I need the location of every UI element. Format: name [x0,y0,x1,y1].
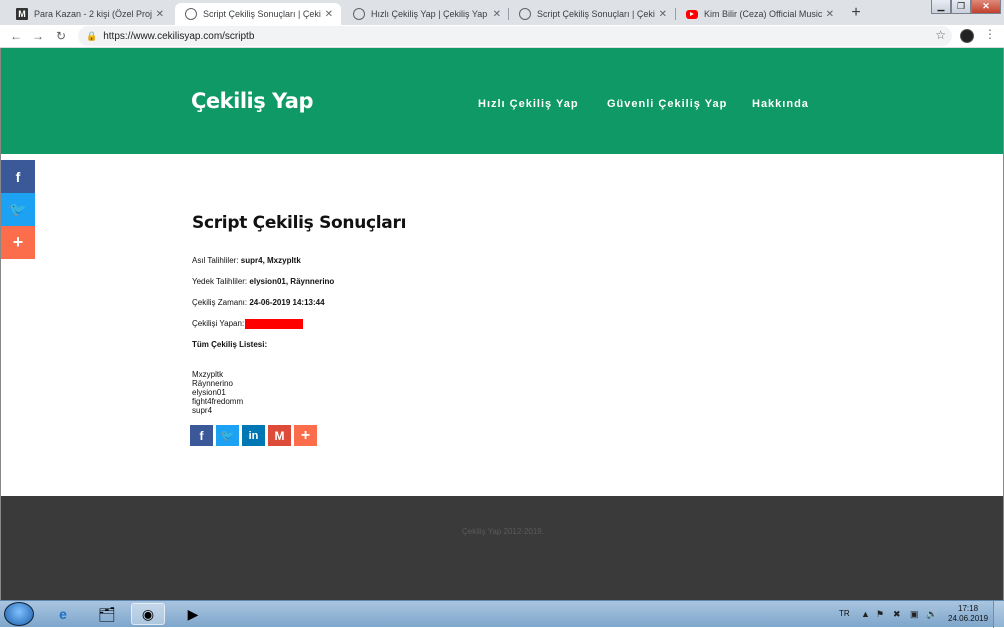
file-explorer-icon[interactable]: 🗂 [90,603,124,625]
profile-avatar[interactable] [960,29,974,43]
backups-line: Yedek Talihliler: elysion01, Räynnerino [192,277,334,286]
entries-list: Mxzypltk Räynnerino elysion01 fight4fred… [192,370,243,415]
network-icon[interactable]: ▣ [910,609,919,620]
twitter-share-button[interactable]: 🐦 [216,425,239,446]
browser-tab[interactable]: Hızlı Çekiliş Yap | Çekiliş Yap ✕ [343,3,509,25]
twitter-share-button[interactable]: 🐦 [1,193,35,226]
by-label: Çekilişi Yapan: [192,319,245,329]
facebook-icon: f [15,168,21,185]
gmail-m-icon: M [16,8,28,20]
youtube-icon [686,9,698,19]
tab-title: Kim Bilir (Ceza) Official Music Vide [704,9,822,19]
time-value: 24-06-2019 14:13:44 [249,298,325,307]
media-player-icon[interactable]: ▶ [176,603,210,625]
tab-title: Script Çekiliş Sonuçları | Çekiliş Ya [203,9,321,19]
winners-label: Asıl Talihliler: [192,256,239,265]
tab-title: Script Çekiliş Sonuçları | Çekiliş Ya [537,9,655,19]
lock-icon: 🔒 [86,30,98,41]
list-item: Mxzypltk [192,370,224,379]
more-share-button[interactable]: + [1,226,35,259]
security-icon[interactable]: ✖ [893,609,901,620]
close-icon[interactable]: ✕ [493,9,501,20]
globe-icon [519,8,531,20]
browser-tab-active[interactable]: Script Çekiliş Sonuçları | Çekiliş Ya ✕ [175,3,341,25]
volume-icon[interactable]: 🔊 [926,609,937,620]
list-heading: Tüm Çekiliş Listesi: [192,340,267,349]
internet-explorer-icon[interactable]: e [46,603,80,625]
floating-share-bar: f 🐦 + [1,160,35,259]
tab-title: Para Kazan - 2 kişi (Özel Proje) | H [34,9,152,19]
list-item: Räynnerino [192,379,233,388]
browser-tab[interactable]: M Para Kazan - 2 kişi (Özel Proje) | H ✕ [6,3,172,25]
taskbar: e 🗂 ◉ ▶ TR ▲ ⚑ ✖ ▣ 🔊 17:18 24.06.2019 [0,600,1004,628]
nav-link-guvenli[interactable]: Güvenli Çekiliş Yap [607,98,727,110]
gmail-share-button[interactable]: M [268,425,291,446]
chrome-icon[interactable]: ◉ [131,603,165,625]
close-icon[interactable]: ✕ [826,9,834,20]
minimize-button[interactable]: ▁ [931,0,951,14]
list-label: Tüm Çekiliş Listesi: [192,340,268,349]
address-bar[interactable]: 🔒 https://www.cekilisyap.com/scriptb ☆ [78,26,952,46]
clock-date: 24.06.2019 [948,614,989,623]
close-icon[interactable]: ✕ [156,9,164,20]
bookmark-star-icon[interactable]: ☆ [935,28,946,42]
plus-icon: + [300,426,311,444]
reload-button[interactable]: ↻ [52,27,70,45]
close-icon[interactable]: ✕ [659,9,667,20]
globe-icon [185,8,197,20]
clock[interactable]: 17:18 24.06.2019 [948,604,988,624]
facebook-share-button[interactable]: f [190,425,213,446]
language-indicator[interactable]: TR [839,609,850,618]
winners-value: supr4, Mxzypltk [240,256,301,265]
show-desktop-button[interactable] [993,601,1004,628]
start-button[interactable] [4,602,34,626]
close-window-button[interactable]: ✕ [971,0,1001,14]
by-line: Çekilişi Yapan: [192,319,304,329]
backups-label: Yedek Talihliler: [192,277,248,286]
forward-button[interactable]: → [29,27,47,45]
linkedin-icon: in [248,429,259,442]
tab-strip: M Para Kazan - 2 kişi (Özel Proje) | H ✕… [0,0,1004,25]
browser-toolbar: ← → ↻ 🔒 https://www.cekilisyap.com/scrip… [0,25,1004,48]
flag-icon[interactable]: ⚑ [876,609,884,620]
tab-title: Hızlı Çekiliş Yap | Çekiliş Yap [371,9,488,19]
list-item: elysion01 [192,388,226,397]
browser-menu-icon[interactable]: ⋮ [984,27,996,41]
maximize-button[interactable]: ❐ [951,0,971,14]
clock-time: 17:18 [958,604,979,613]
twitter-icon: 🐦 [9,201,27,217]
facebook-share-button[interactable]: f [1,160,35,193]
linkedin-share-button[interactable]: in [242,425,265,446]
gmail-icon: M [274,428,285,443]
winners-line: Asıl Talihliler: supr4, Mxzypltk [192,256,301,265]
result-content: Script Çekiliş Sonuçları Asıl Talihliler… [190,213,407,446]
browser-tab[interactable]: Kim Bilir (Ceza) Official Music Vide ✕ [676,3,842,25]
time-line: Çekiliş Zamanı: 24-06-2019 14:13:44 [192,298,325,307]
site-logo[interactable]: Çekiliş Yap [191,89,314,113]
more-share-button[interactable]: + [294,425,317,446]
nav-link-hizli[interactable]: Hızlı Çekiliş Yap [478,98,579,110]
close-icon[interactable]: ✕ [325,9,333,20]
page-title: Script Çekiliş Sonuçları [192,213,407,233]
page-viewport: Çekiliş Yap Hızlı Çekiliş Yap Güvenli Çe… [0,48,1004,600]
plus-icon: + [12,232,24,252]
time-label: Çekiliş Zamanı: [192,298,248,307]
footer-copyright: Çekiliş Yap 2012-2019. [462,527,544,536]
twitter-icon: 🐦 [220,430,235,442]
browser-tab[interactable]: Script Çekiliş Sonuçları | Çekiliş Ya ✕ [509,3,675,25]
backups-value: elysion01, Räynnerino [249,277,335,286]
facebook-icon: f [199,428,204,443]
site-footer: Çekiliş Yap 2012-2019. [1,496,1003,600]
share-buttons: f 🐦 in M + [190,425,317,446]
new-tab-button[interactable]: + [847,4,865,22]
list-item: supr4 [192,406,213,415]
site-header: Çekiliş Yap Hızlı Çekiliş Yap Güvenli Çe… [1,48,1003,154]
back-button[interactable]: ← [7,27,25,45]
url-text: https://www.cekilisyap.com/scriptb [103,30,255,42]
tray-arrow-icon[interactable]: ▲ [861,609,870,619]
globe-icon [353,8,365,20]
list-item: fight4fredomm [192,397,244,406]
redacted-username [245,319,304,329]
nav-link-hakkinda[interactable]: Hakkında [752,98,809,110]
